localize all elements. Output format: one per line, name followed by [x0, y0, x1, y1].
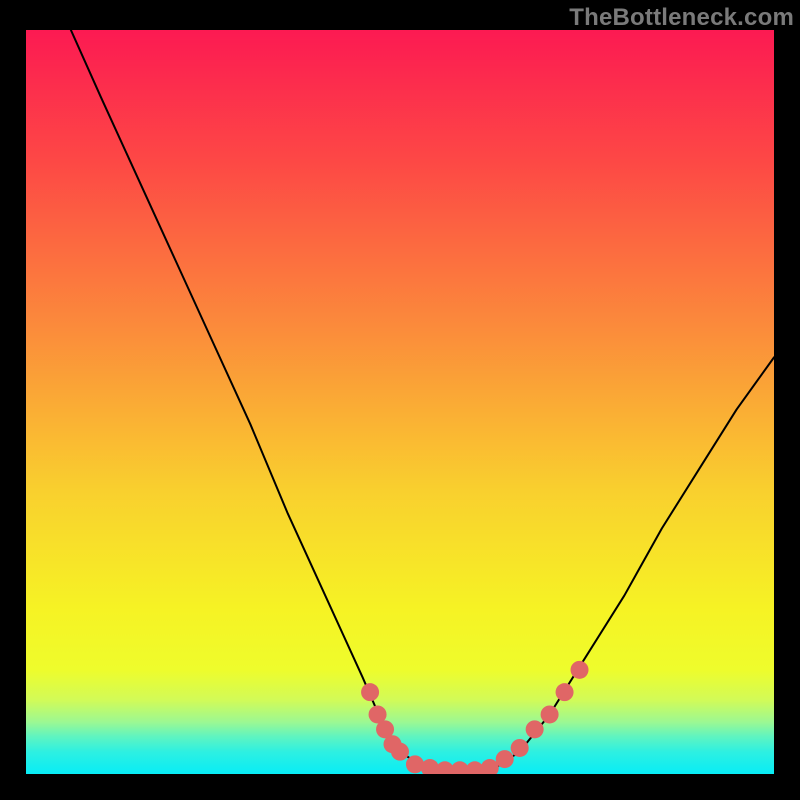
highlight-dot — [541, 705, 559, 723]
plot-area — [26, 30, 774, 774]
chart-frame: TheBottleneck.com — [0, 0, 800, 800]
highlight-dot — [526, 720, 544, 738]
highlight-dot — [556, 683, 574, 701]
highlight-dot — [391, 743, 409, 761]
highlight-dot — [406, 755, 424, 773]
highlight-dot — [511, 739, 529, 757]
highlight-dot — [571, 661, 589, 679]
gradient-background — [26, 30, 774, 774]
highlight-dot — [361, 683, 379, 701]
attribution-label: TheBottleneck.com — [569, 4, 794, 32]
chart-svg — [26, 30, 774, 774]
highlight-dot — [496, 750, 514, 768]
